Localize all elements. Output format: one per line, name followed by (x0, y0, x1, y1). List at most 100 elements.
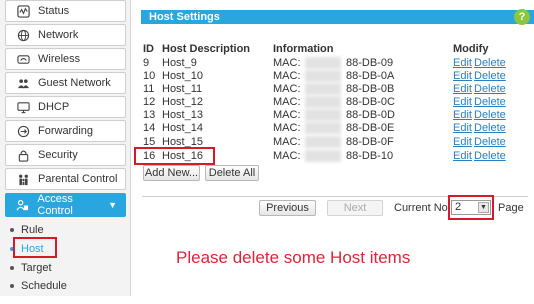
delete-link[interactable]: Delete (474, 122, 506, 134)
guest-icon (16, 76, 30, 90)
mac-label: MAC: (273, 150, 301, 162)
sidebar-item-label: Forwarding (38, 125, 94, 137)
delete-all-button[interactable]: Delete All (205, 165, 259, 181)
column-header-modify: Modify (453, 43, 489, 55)
mac-label: MAC: (273, 96, 301, 108)
instruction-note: Please delete some Host items (176, 248, 411, 267)
sidebar-item-label: Wireless (38, 53, 81, 65)
previous-button[interactable]: Previous (259, 200, 316, 216)
redacted-mac (305, 109, 341, 121)
mac-label: MAC: (273, 57, 301, 69)
host16-highlight-box (134, 147, 215, 165)
delete-link[interactable]: Delete (474, 70, 506, 82)
edit-link[interactable]: Edit (453, 150, 472, 162)
mac-suffix: 88-DB-0F (346, 136, 394, 148)
redacted-mac (305, 83, 341, 95)
delete-link[interactable]: Delete (474, 136, 506, 148)
page-select-highlight-box (448, 195, 494, 220)
add-new-button[interactable]: Add New... (143, 165, 200, 181)
sidebar-item-label: Parental Control (38, 173, 118, 185)
mac-suffix: 88-DB-10 (346, 150, 394, 162)
delete-link[interactable]: Delete (474, 96, 506, 108)
redacted-mac (305, 150, 341, 162)
monitor-icon (16, 100, 30, 114)
delete-link[interactable]: Delete (474, 150, 506, 162)
bullet-icon (10, 284, 14, 288)
sidebar-item-label: Network (38, 29, 79, 41)
column-header-information: Information (273, 43, 334, 55)
sidebar-item-security[interactable]: Security (5, 144, 126, 166)
table-row: 9 Host_9 MAC: 88-DB-09 Edit Delete (143, 57, 513, 70)
sidebar-item-network[interactable]: Network (5, 24, 126, 46)
sidebar-item-dhcp[interactable]: DHCP (5, 96, 126, 118)
redacted-mac (305, 57, 341, 69)
table-row: 13 Host_13 MAC: 88-DB-0D Edit Delete (143, 109, 513, 122)
wireless-icon (16, 52, 30, 66)
host-description: Host_11 (162, 83, 203, 95)
status-icon (16, 4, 30, 18)
sidebar-item-guest-network[interactable]: Guest Network (5, 72, 126, 94)
sidebar-subitem-target[interactable]: Target (10, 262, 52, 274)
sidebar-subitem-rule[interactable]: Rule (10, 224, 44, 236)
mac-suffix: 88-DB-0D (346, 109, 395, 121)
chevron-down-icon: ▼ (108, 200, 117, 210)
host-id: 12 (143, 96, 156, 108)
sidebar-item-access-control[interactable]: Access Control ▼ (5, 193, 126, 217)
redacted-mac (305, 96, 341, 108)
host-description: Host_14 (162, 122, 203, 134)
host-description: Host_12 (162, 96, 203, 108)
lock-icon (16, 148, 30, 162)
delete-link[interactable]: Delete (474, 109, 506, 121)
sidebar-item-label: Access Control (37, 193, 73, 217)
redacted-mac (305, 70, 341, 82)
sidebar-item-label: Status (38, 5, 70, 17)
host-id: 9 (143, 57, 150, 69)
host-highlight-box (13, 237, 57, 258)
mac-label: MAC: (273, 83, 301, 95)
delete-link[interactable]: Delete (474, 83, 506, 95)
sidebar-item-wireless[interactable]: Wireless (5, 48, 126, 70)
sidebar-item-status[interactable]: Status (5, 0, 126, 22)
host-id: 10 (143, 70, 156, 82)
redacted-mac (305, 122, 341, 134)
sidebar-item-label: Guest Network (38, 77, 111, 89)
mac-suffix: 88-DB-0E (346, 122, 395, 134)
edit-link[interactable]: Edit (453, 122, 472, 134)
forwarding-icon (16, 124, 30, 138)
help-icon[interactable]: ? (514, 9, 530, 25)
column-header-description: Host Description (162, 43, 251, 55)
redacted-mac (305, 136, 341, 148)
table-row: 14 Host_14 MAC: 88-DB-0E Edit Delete (143, 122, 513, 135)
mac-suffix: 88-DB-09 (346, 57, 394, 69)
column-header-id: ID (143, 43, 154, 55)
sidebar-item-label: DHCP (38, 101, 70, 113)
host-id: 13 (143, 109, 156, 121)
edit-link[interactable]: Edit (453, 96, 472, 108)
access-control-icon (16, 198, 29, 212)
table-row: 12 Host_12 MAC: 88-DB-0C Edit Delete (143, 96, 513, 109)
table-row: 11 Host_11 MAC: 88-DB-0B Edit Delete (143, 83, 513, 96)
bullet-icon (10, 266, 14, 270)
host-id: 14 (143, 122, 156, 134)
delete-link[interactable]: Delete (474, 57, 506, 69)
mac-suffix: 88-DB-0A (346, 70, 395, 82)
mac-suffix: 88-DB-0B (346, 83, 395, 95)
sidebar-subitem-schedule[interactable]: Schedule (10, 280, 67, 292)
mac-label: MAC: (273, 136, 301, 148)
host-description: Host_13 (162, 109, 203, 121)
edit-link[interactable]: Edit (453, 136, 472, 148)
sidebar-item-parental-control[interactable]: Parental Control (5, 168, 126, 190)
edit-link[interactable]: Edit (453, 109, 472, 121)
mac-suffix: 88-DB-0C (346, 96, 395, 108)
bullet-icon (10, 228, 14, 232)
globe-icon (16, 28, 30, 42)
sidebar-item-forwarding[interactable]: Forwarding (5, 120, 126, 142)
host-description: Host_10 (162, 70, 203, 82)
edit-link[interactable]: Edit (453, 83, 472, 95)
next-button[interactable]: Next (327, 200, 383, 216)
edit-link[interactable]: Edit (453, 57, 472, 69)
edit-link[interactable]: Edit (453, 70, 472, 82)
host-description: Host_9 (162, 57, 197, 69)
page-label: Page (498, 202, 524, 214)
panel-title: Host Settings (141, 10, 534, 24)
